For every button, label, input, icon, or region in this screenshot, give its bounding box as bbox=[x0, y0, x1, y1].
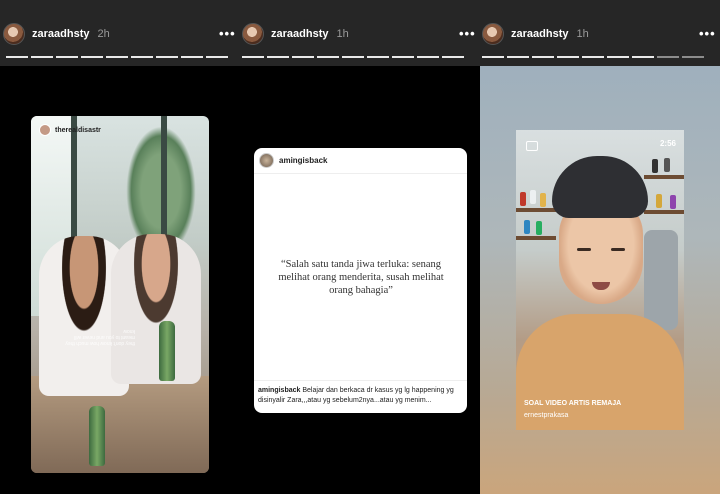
timestamp: 2h bbox=[97, 28, 110, 40]
avatar[interactable] bbox=[242, 23, 264, 45]
progress-bars-2 bbox=[242, 56, 464, 58]
story-header-1[interactable]: zaraadhsty 2h bbox=[3, 20, 110, 48]
avatar[interactable] bbox=[3, 23, 25, 45]
avatar[interactable] bbox=[482, 23, 504, 45]
bottle bbox=[159, 321, 175, 381]
username[interactable]: zaraadhsty bbox=[271, 28, 328, 40]
video-duration: 2:56 bbox=[659, 139, 676, 148]
tag-avatar bbox=[39, 124, 51, 136]
shared-post-card[interactable]: amingisback “Salah satu tanda jiwa terlu… bbox=[254, 148, 467, 413]
progress-bars-3 bbox=[482, 56, 704, 58]
more-options-icon[interactable]: ••• bbox=[459, 26, 476, 41]
bottle bbox=[89, 406, 105, 466]
video-author[interactable]: ernestprakasa bbox=[524, 412, 568, 419]
person-cap bbox=[552, 156, 648, 218]
username[interactable]: zaraadhsty bbox=[511, 28, 568, 40]
person bbox=[111, 234, 201, 384]
post-avatar bbox=[259, 153, 274, 168]
story-header-3[interactable]: zaraadhsty 1h bbox=[482, 20, 589, 48]
timestamp: 1h bbox=[576, 28, 589, 40]
more-options-icon[interactable]: ••• bbox=[219, 26, 236, 41]
progress-bars-1 bbox=[6, 56, 228, 58]
story-header-2[interactable]: zaraadhsty 1h bbox=[242, 20, 349, 48]
timestamp: 1h bbox=[336, 28, 349, 40]
quote-text: “Salah satu tanda jiwa terluka: senang m… bbox=[278, 259, 444, 296]
post-username[interactable]: amingisback bbox=[279, 156, 327, 165]
post-header[interactable]: amingisback bbox=[259, 153, 327, 168]
caption-username: amingisback bbox=[258, 387, 301, 394]
story-viewer: zaraadhsty 2h ••• zaraadhsty 1h ••• zara… bbox=[0, 0, 720, 494]
handwritten-text: they don't know how much they meant to y… bbox=[65, 328, 135, 346]
video-camera-icon bbox=[526, 141, 538, 151]
username[interactable]: zaraadhsty bbox=[32, 28, 89, 40]
photo-tag[interactable]: therealdisastr bbox=[39, 124, 101, 136]
shared-video[interactable]: 2:56 SOAL VIDEO ARTIS REMAJA ernestpraka… bbox=[516, 130, 684, 430]
shared-photo[interactable]: therealdisastr they don't know how much … bbox=[31, 116, 209, 473]
video-title: SOAL VIDEO ARTIS REMAJA bbox=[524, 400, 622, 407]
tag-username[interactable]: therealdisastr bbox=[55, 127, 101, 134]
more-options-icon[interactable]: ••• bbox=[699, 26, 716, 41]
post-caption: amingisback Belajar dan berkaca dr kasus… bbox=[258, 386, 464, 406]
